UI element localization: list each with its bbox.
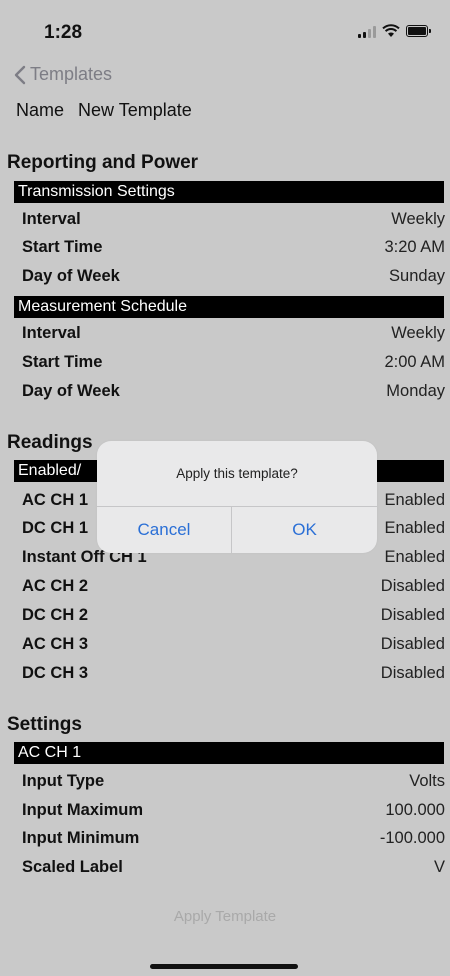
row-value: 3:20 AM [384,237,445,256]
reading-row-dc-ch-2[interactable]: DC CH 2 Disabled [22,601,445,629]
cancel-button[interactable]: Cancel [97,507,231,553]
settings-input-maximum-row[interactable]: Input Maximum 100.000 [22,796,445,824]
row-label: DC CH 3 [22,663,89,682]
section-title-readings: Readings [7,432,93,453]
measurement-interval-row[interactable]: Interval Weekly [22,319,445,347]
template-name-row[interactable]: Name New Template [16,100,192,121]
row-value: 100.000 [385,800,445,819]
settings-input-minimum-row[interactable]: Input Minimum -100.000 [22,824,445,852]
settings-channel-header: AC CH 1 [14,742,444,764]
row-value: Disabled [380,634,445,653]
transmission-settings-header: Transmission Settings [14,181,444,203]
transmission-interval-row[interactable]: Interval Weekly [22,205,445,233]
row-label: AC CH 1 [22,490,89,509]
section-title-reporting: Reporting and Power [7,152,199,173]
row-label: Interval [22,323,81,342]
row-value: Weekly [391,209,445,228]
row-value: Weekly [391,323,445,342]
settings-input-type-row[interactable]: Input Type Volts [22,767,445,795]
row-label: Interval [22,209,81,228]
measurement-start-time-row[interactable]: Start Time 2:00 AM [22,348,445,376]
transmission-start-time-row[interactable]: Start Time 3:20 AM [22,233,445,261]
measurement-day-of-week-row[interactable]: Day of Week Monday [22,377,445,405]
row-value: -100.000 [379,828,445,847]
battery-icon [406,25,431,37]
row-label: Input Type [22,771,105,790]
status-time: 1:28 [44,22,83,43]
row-value: Enabled [384,490,445,509]
apply-template-alert: Apply this template? Cancel OK [97,441,377,553]
row-label: Start Time [22,352,103,371]
back-label: Templates [30,64,113,84]
cellular-signal-icon [358,24,376,38]
apply-template-button[interactable]: Apply Template [0,908,450,925]
row-value: Enabled [384,547,445,566]
row-value: Sunday [389,266,445,285]
back-button[interactable]: Templates [14,64,112,85]
row-label: Scaled Label [22,857,123,876]
wifi-icon [382,24,400,37]
row-value: Enabled [384,518,445,537]
row-label: DC CH 2 [22,605,89,624]
chevron-left-icon [14,65,26,84]
alert-message: Apply this template? [176,466,298,481]
reading-row-ac-ch-2[interactable]: AC CH 2 Disabled [22,572,445,600]
transmission-day-of-week-row[interactable]: Day of Week Sunday [22,262,445,290]
row-label: Input Maximum [22,800,144,819]
ok-button[interactable]: OK [232,507,377,553]
row-label: AC CH 2 [22,576,89,595]
row-label: Start Time [22,237,103,256]
row-value: Monday [386,381,445,400]
name-value: New Template [78,100,192,120]
section-title-settings: Settings [7,714,82,735]
row-label: Day of Week [22,266,120,285]
row-value: Disabled [380,663,445,682]
row-value: V [433,857,445,876]
row-label: Day of Week [22,381,120,400]
home-indicator[interactable] [150,964,298,969]
measurement-schedule-header: Measurement Schedule [14,296,444,318]
row-value: Disabled [380,605,445,624]
row-label: Input Minimum [22,828,140,847]
row-value: Volts [409,771,445,790]
row-value: Disabled [380,576,445,595]
status-icons [358,24,431,38]
row-label: AC CH 3 [22,634,89,653]
row-label: DC CH 1 [22,518,89,537]
status-bar: 1:28 [0,0,450,60]
reading-row-dc-ch-3[interactable]: DC CH 3 Disabled [22,659,445,687]
row-value: 2:00 AM [384,352,445,371]
name-label: Name [16,100,65,120]
settings-scaled-label-row[interactable]: Scaled Label V [22,853,445,881]
nav-bar: Templates [0,60,450,94]
reading-row-ac-ch-3[interactable]: AC CH 3 Disabled [22,630,445,658]
